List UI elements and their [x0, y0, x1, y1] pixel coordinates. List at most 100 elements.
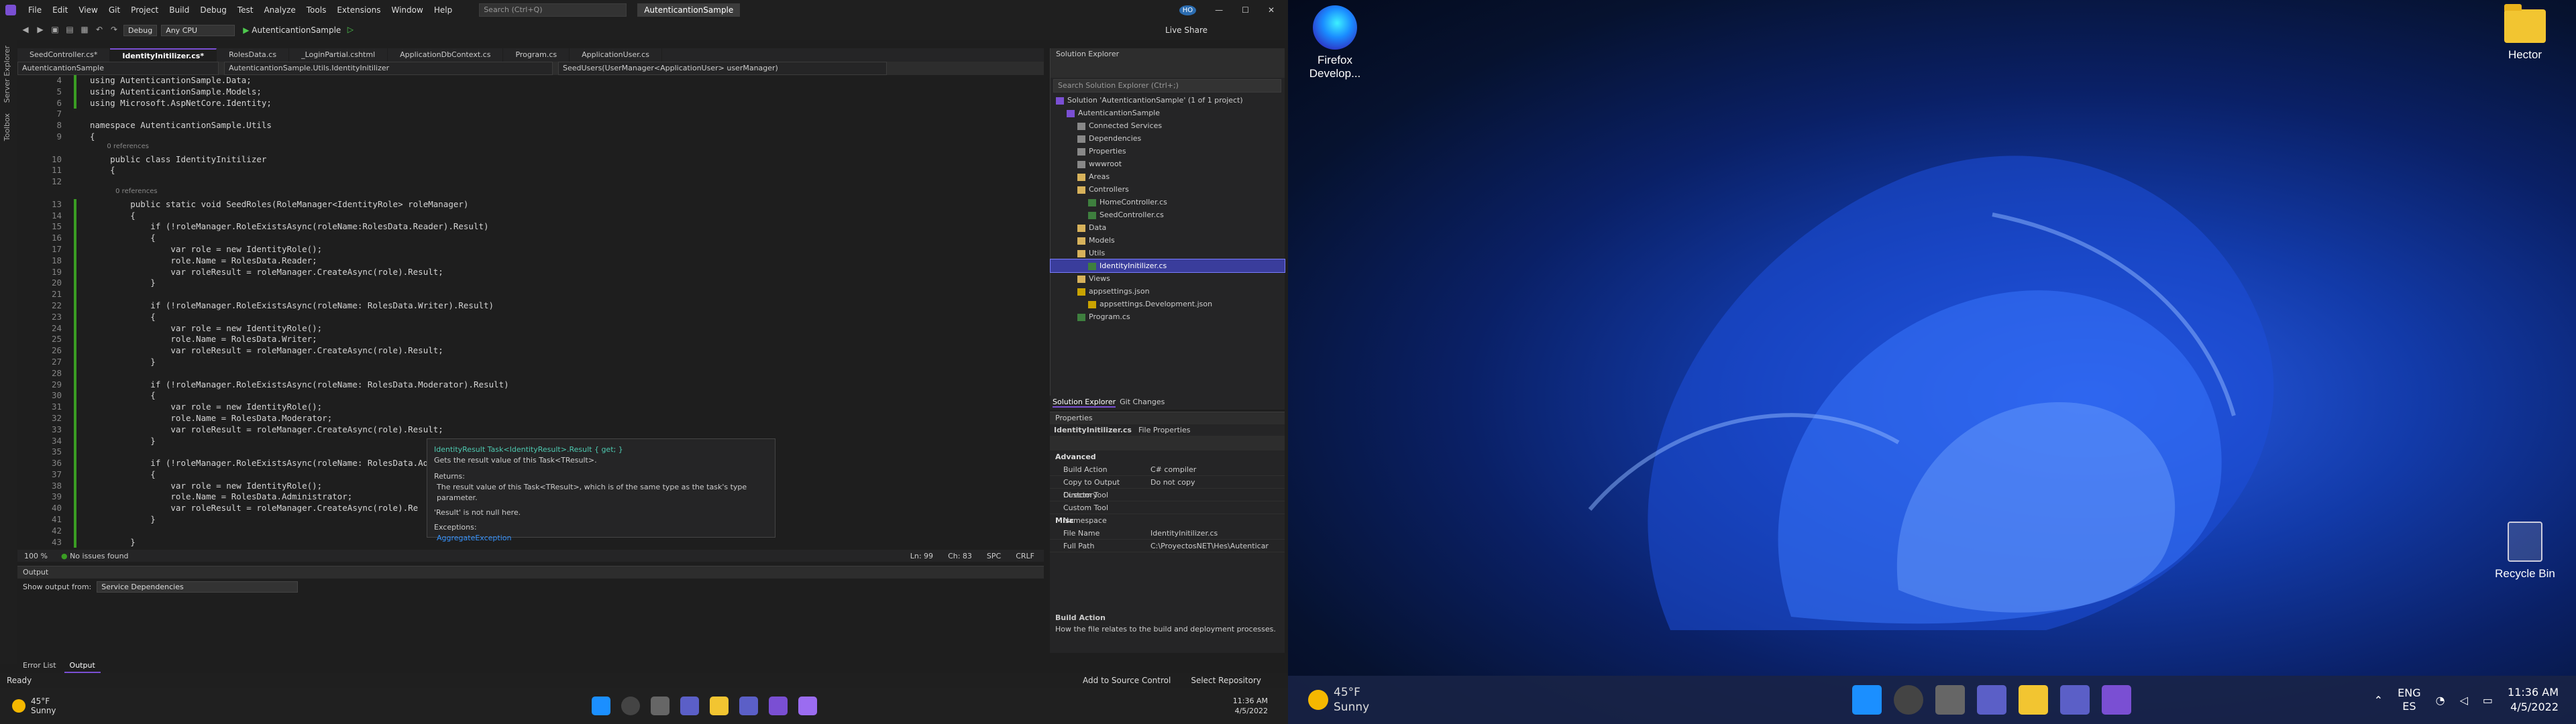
tree-item[interactable]: Connected Services — [1051, 119, 1285, 132]
tree-item[interactable]: Models — [1051, 234, 1285, 247]
menu-edit[interactable]: Edit — [47, 0, 73, 20]
search-input[interactable]: Search (Ctrl+Q) — [479, 3, 627, 17]
menu-view[interactable]: View — [73, 0, 103, 20]
type-dropdown[interactable]: AutenticantionSample.Utils.IdentityIniti… — [224, 62, 553, 75]
whitespace-mode[interactable]: SPC — [987, 552, 1001, 560]
tree-item[interactable]: Utils — [1051, 247, 1285, 259]
open-icon[interactable]: ▤ — [64, 25, 75, 36]
property-value[interactable]: IdentityInitilizer.cs — [1150, 527, 1218, 539]
tree-item[interactable]: wwwroot — [1051, 158, 1285, 170]
volume-icon[interactable]: ◁ — [2460, 694, 2468, 707]
tree-item[interactable]: IdentityInitilizer.cs — [1050, 259, 1285, 273]
search-icon[interactable] — [1894, 685, 1924, 715]
firefox-developer-desktop-icon[interactable]: Firefox Develop... — [1295, 5, 1375, 80]
property-row[interactable]: Build Action C# compiler — [1050, 463, 1285, 476]
menu-build[interactable]: Build — [164, 0, 195, 20]
tree-item[interactable]: Solution 'AutenticantionSample' (1 of 1 … — [1051, 94, 1285, 107]
tree-item[interactable]: appsettings.json — [1051, 285, 1285, 298]
visual-studio-icon[interactable] — [768, 697, 788, 715]
tree-item[interactable]: Data — [1051, 221, 1285, 234]
start-debug-button[interactable]: AutenticantionSample — [243, 25, 341, 35]
teams-icon[interactable] — [739, 697, 758, 715]
tree-item[interactable]: HomeController.cs — [1051, 196, 1285, 208]
run-without-debug-icon[interactable]: ▷ — [345, 25, 356, 36]
tab-document[interactable]: IdentityInitilizer.cs* — [110, 48, 217, 62]
menu-file[interactable]: File — [23, 0, 47, 20]
menu-test[interactable]: Test — [232, 0, 259, 20]
teams-icon[interactable] — [2060, 685, 2090, 715]
tab-document[interactable]: RolesData.cs — [217, 48, 290, 62]
tab-solution-explorer[interactable]: Solution Explorer — [1053, 398, 1116, 408]
tree-item[interactable]: Program.cs — [1051, 310, 1285, 323]
clock[interactable]: 11:36 AM 4/5/2022 — [2508, 685, 2559, 715]
tab-git-changes[interactable]: Git Changes — [1120, 398, 1165, 408]
search-icon[interactable] — [621, 697, 640, 715]
property-value[interactable]: C:\ProyectosNET\Hes\Autenticar — [1150, 540, 1269, 552]
project-dropdown[interactable]: AutenticantionSample — [17, 62, 219, 75]
maximize-icon[interactable]: ☐ — [1242, 5, 1249, 15]
save-icon[interactable]: ▦ — [79, 25, 90, 36]
recycle-bin-desktop-icon[interactable]: Recycle Bin — [2485, 522, 2565, 581]
visual-studio-icon[interactable] — [2102, 685, 2132, 715]
tree-item[interactable]: Areas — [1051, 170, 1285, 183]
menu-window[interactable]: Window — [386, 0, 429, 20]
file-explorer-icon[interactable] — [2019, 685, 2049, 715]
clock-time[interactable]: 11:36 AM — [1233, 696, 1268, 706]
property-row[interactable]: File Name IdentityInitilizer.cs — [1050, 527, 1285, 540]
chat-icon[interactable] — [1977, 685, 2007, 715]
menu-extensions[interactable]: Extensions — [331, 0, 386, 20]
zoom-level[interactable]: 100 % — [24, 552, 48, 560]
hector-folder-desktop-icon[interactable]: Hector — [2485, 4, 2565, 62]
toolbox-tab[interactable]: Toolbox — [0, 108, 14, 146]
tree-item[interactable]: AutenticantionSample — [1051, 107, 1285, 119]
output-source-dropdown[interactable]: Service Dependencies — [97, 581, 299, 593]
new-file-icon[interactable]: ▣ — [50, 25, 60, 36]
weather-widget[interactable]: 45°F Sunny — [0, 697, 56, 715]
chevron-up-icon[interactable]: ⌃ — [2374, 694, 2383, 707]
minimize-icon[interactable]: — — [1215, 5, 1223, 15]
undo-icon[interactable]: ↶ — [94, 25, 105, 36]
tab-error-list[interactable]: Error List — [17, 660, 62, 673]
start-icon[interactable] — [591, 697, 610, 715]
menu-help[interactable]: Help — [429, 0, 458, 20]
back-icon[interactable]: ◀ — [20, 25, 31, 36]
tab-document[interactable]: ApplicationUser.cs — [570, 48, 662, 62]
member-dropdown[interactable]: SeedUsers(UserManager<ApplicationUser> u… — [558, 62, 887, 75]
property-row[interactable]: Copy to Output Directory Do not copy — [1050, 476, 1285, 499]
property-value[interactable]: C# compiler — [1150, 463, 1196, 475]
task-view-icon[interactable] — [650, 697, 669, 715]
live-share-button[interactable]: Live Share — [1165, 25, 1208, 35]
category-advanced[interactable]: Advanced — [1050, 450, 1285, 463]
tab-document[interactable]: _LoginPartial.cshtml — [289, 48, 388, 62]
property-row[interactable]: Full Path C:\ProyectosNET\Hes\Autenticar — [1050, 540, 1285, 552]
wifi-icon[interactable]: ◔ — [2436, 694, 2445, 707]
clock-date[interactable]: 4/5/2022 — [1233, 706, 1268, 716]
property-row[interactable]: Custom Tool — [1050, 489, 1285, 501]
start-icon[interactable] — [1852, 685, 1882, 715]
language-indicator[interactable]: ENG ES — [2398, 686, 2420, 713]
issues-indicator[interactable]: No issues found — [61, 552, 128, 560]
file-explorer-icon[interactable] — [709, 697, 729, 715]
forward-icon[interactable]: ▶ — [35, 25, 46, 36]
tree-item[interactable]: SeedController.cs — [1051, 208, 1285, 221]
property-row[interactable]: Custom Tool Namespace — [1050, 501, 1285, 525]
select-repository-button[interactable]: Select Repository — [1191, 676, 1261, 685]
solution-search-input[interactable]: Search Solution Explorer (Ctrl+;) — [1053, 79, 1281, 93]
menu-debug[interactable]: Debug — [195, 0, 231, 20]
visual-studio-preview-icon[interactable] — [798, 697, 817, 715]
battery-icon[interactable]: ▭ — [2483, 694, 2493, 707]
platform-dropdown[interactable]: Any CPU — [161, 24, 235, 36]
tab-document[interactable]: ApplicationDbContext.cs — [388, 48, 504, 62]
line-ending[interactable]: CRLF — [1016, 552, 1034, 560]
menu-analyze[interactable]: Analyze — [258, 0, 301, 20]
tab-output[interactable]: Output — [64, 660, 101, 673]
close-icon[interactable]: ✕ — [1268, 5, 1275, 15]
tooltip-exception-link[interactable]: AggregateException — [434, 533, 768, 544]
redo-icon[interactable]: ↷ — [109, 25, 119, 36]
tab-document[interactable]: Program.cs — [503, 48, 570, 62]
tree-item[interactable]: Properties — [1051, 145, 1285, 158]
menu-tools[interactable]: Tools — [301, 0, 332, 20]
tree-item[interactable]: Controllers — [1051, 183, 1285, 196]
menu-project[interactable]: Project — [125, 0, 164, 20]
tree-item[interactable]: appsettings.Development.json — [1051, 298, 1285, 310]
